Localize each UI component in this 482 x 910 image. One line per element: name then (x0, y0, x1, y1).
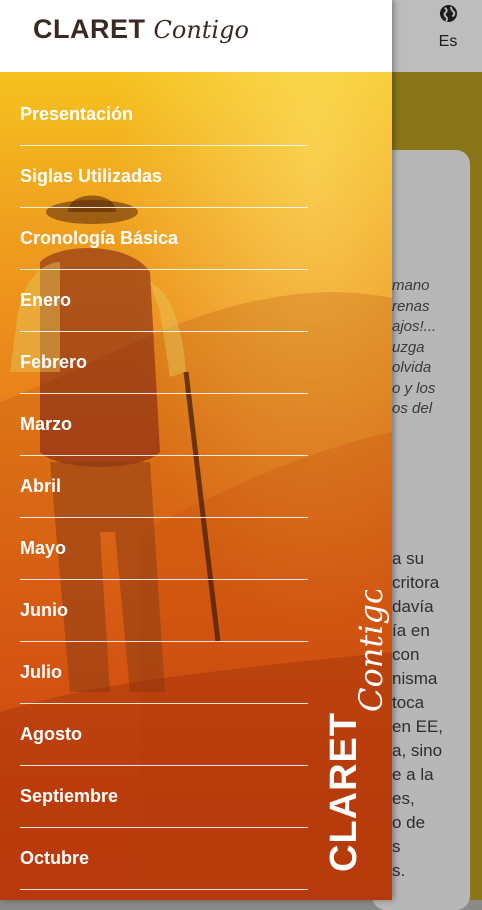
side-brand-text: CLARET (323, 712, 365, 872)
background-italic-line: olvida (392, 359, 432, 376)
logo-brand: CLARET (33, 14, 146, 44)
background-body-line: con (392, 645, 420, 664)
menu-item-label: Julio (20, 662, 63, 682)
menu-item-label: Agosto (20, 724, 82, 744)
side-brand-logo: CLARET Contigo (323, 590, 390, 872)
logo-script: Contigo (153, 16, 249, 44)
background-body-line: critora (392, 573, 440, 592)
language-selector[interactable]: Es (428, 4, 468, 52)
menu-item-siglas[interactable]: Siglas Utilizadas (20, 146, 308, 208)
background-body-line: es, (392, 789, 415, 808)
background-body-line: davía (392, 597, 434, 616)
background-body-line: s (392, 837, 401, 856)
menu-item-label: Siglas Utilizadas (20, 166, 163, 186)
background-body-line: nisma (392, 669, 438, 688)
menu-item-presentacion[interactable]: Presentación (20, 84, 308, 146)
menu-item-label: Junio (20, 600, 68, 620)
menu-item-label: Mayo (20, 538, 67, 558)
menu-item-label: Septiembre (20, 786, 119, 806)
background-body-line: toca (392, 693, 425, 712)
background-body-text: a su critora davía ía en con nisma toca en EE, a… (392, 547, 443, 883)
menu-item-cronologia[interactable]: Cronología Básica (20, 208, 308, 270)
menu-item-junio[interactable]: Junio (20, 580, 308, 642)
menu-item-abril[interactable]: Abril (20, 456, 308, 518)
background-italic-line: uzga (392, 338, 425, 356)
background-body-line: o de (392, 813, 426, 832)
menu-item-julio[interactable]: Julio (20, 642, 308, 704)
menu-item-febrero[interactable]: Febrero (20, 332, 308, 394)
menu-item-septiembre[interactable]: Septiembre (20, 766, 308, 828)
background-body-line: a, sino (392, 741, 443, 760)
background-italic-line: os del (392, 400, 433, 417)
background-body-line: s. (392, 861, 406, 880)
background-body-line: a su (392, 549, 425, 568)
background-italic-line: mano (392, 277, 430, 294)
app-logo: CLARET Contigo (33, 14, 249, 58)
background-body-line: e a la (392, 765, 434, 784)
background-italic-text: mano renas ajos!... uzga olvida o y los os del (392, 276, 436, 420)
background-italic-line: renas (392, 297, 430, 315)
menu-item-label: Abril (20, 476, 62, 496)
menu-item-label: Enero (20, 290, 72, 310)
menu-item-octubre[interactable]: Octubre (20, 828, 308, 890)
background-italic-line: ajos!... (392, 318, 437, 335)
side-brand-script: Contigo (352, 590, 390, 712)
menu-item-enero[interactable]: Enero (20, 270, 308, 332)
menu-item-mayo[interactable]: Mayo (20, 518, 308, 580)
background-body-line: en EE, (392, 717, 444, 736)
background-italic-line: o y los (392, 379, 436, 397)
drawer-menu: Presentación Siglas Utilizadas Cronologí… (20, 84, 308, 890)
globe-icon (428, 4, 468, 29)
menu-item-label: Febrero (20, 352, 88, 372)
menu-item-label: Cronología Básica (20, 228, 179, 248)
navigation-drawer: CLARET Contigo Presentación Siglas Utili… (0, 0, 392, 900)
background-body-line: ía en (392, 621, 430, 640)
drawer-header: CLARET Contigo (0, 0, 392, 72)
menu-item-label: Marzo (20, 414, 73, 434)
language-code: Es (438, 33, 458, 50)
menu-item-label: Presentación (20, 104, 134, 124)
menu-item-label: Octubre (20, 848, 90, 868)
menu-item-marzo[interactable]: Marzo (20, 394, 308, 456)
menu-item-agosto[interactable]: Agosto (20, 704, 308, 766)
